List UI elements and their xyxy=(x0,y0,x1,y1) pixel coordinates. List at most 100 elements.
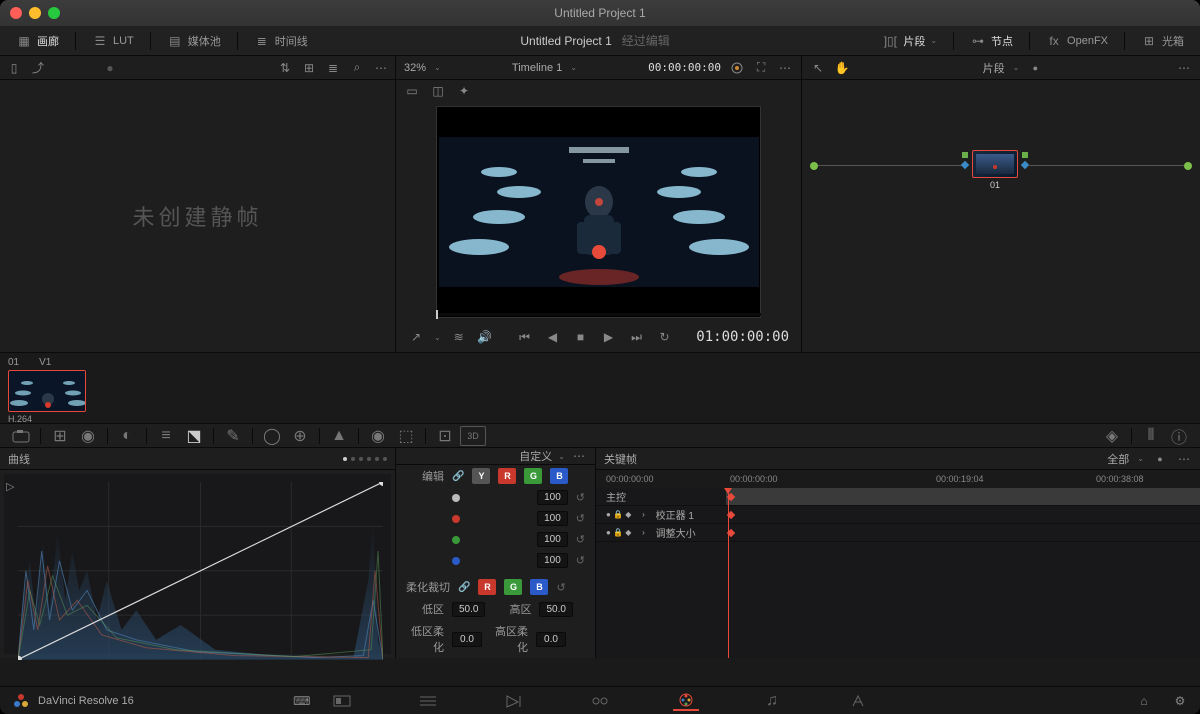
reset-b[interactable]: ↺ xyxy=(576,554,585,567)
view-single-icon[interactable]: ▭ xyxy=(404,83,420,99)
palette-blur[interactable]: ◉ xyxy=(365,426,391,446)
reset-r[interactable]: ↺ xyxy=(576,512,585,525)
stop-icon[interactable]: ■ xyxy=(573,329,589,345)
viewer-more-icon[interactable]: ⋯ xyxy=(777,60,793,76)
palette-magic-mask[interactable]: ▲ xyxy=(326,426,352,446)
high-val[interactable]: 50.0 xyxy=(539,602,572,617)
grid-icon[interactable]: ⊞ xyxy=(301,60,317,76)
clip-01[interactable]: 01V1 H.264 xyxy=(8,357,86,424)
minimize-window[interactable] xyxy=(29,7,41,19)
channel-g[interactable]: G xyxy=(524,468,542,484)
sc-b[interactable]: B xyxy=(530,579,548,595)
val-b[interactable]: 100 xyxy=(537,553,568,568)
sort-icon[interactable]: ⇅ xyxy=(277,60,293,76)
node-mode[interactable]: 片段 xyxy=(983,60,1005,76)
prev-clip-icon[interactable]: ⏮ xyxy=(517,329,533,345)
record-icon[interactable]: ● xyxy=(102,60,118,76)
clip-thumbnail[interactable] xyxy=(8,370,86,412)
tab-gallery[interactable]: ▦画廊 xyxy=(8,30,67,52)
palette-tracker[interactable]: ⊕ xyxy=(287,426,313,446)
kf-playhead[interactable] xyxy=(728,488,729,658)
node-01[interactable] xyxy=(972,150,1018,178)
scrubber-thumb[interactable] xyxy=(436,310,438,319)
page-media[interactable] xyxy=(329,691,355,711)
more-icon[interactable]: ⋯ xyxy=(373,60,389,76)
page-fairlight[interactable]: ♫ xyxy=(759,691,785,711)
palette-window[interactable]: ◯ xyxy=(259,426,285,446)
palette-rgb-mixer[interactable]: ≡ xyxy=(153,426,179,446)
hand-tool-icon[interactable]: ✋ xyxy=(834,60,850,76)
nodes-more-icon[interactable]: ⋯ xyxy=(1176,60,1192,76)
curve-marker-icon[interactable]: ▷ xyxy=(6,480,14,493)
picker-icon[interactable]: ↗ xyxy=(408,329,424,345)
audio-icon[interactable]: 🔊 xyxy=(477,329,493,345)
node-graph[interactable]: 01 xyxy=(802,80,1200,352)
node-output-port[interactable] xyxy=(1022,152,1028,158)
val-g[interactable]: 100 xyxy=(537,532,568,547)
sc-r[interactable]: R xyxy=(478,579,496,595)
palette-wheels[interactable]: ◉ xyxy=(75,426,101,446)
val-r[interactable]: 100 xyxy=(537,511,568,526)
sidebar-toggle-icon[interactable]: ▯ xyxy=(6,60,22,76)
kf-rec-icon[interactable]: ● xyxy=(1152,451,1168,467)
reset-y[interactable]: ↺ xyxy=(576,491,585,504)
tab-media-pool[interactable]: ▤媒体池 xyxy=(159,30,229,52)
page-edit[interactable] xyxy=(501,691,527,711)
val-y[interactable]: 100 xyxy=(537,490,568,505)
curve-mode-label[interactable]: 自定义 xyxy=(519,448,552,464)
kf-row-master[interactable]: 主控 xyxy=(596,488,1200,506)
hs-val[interactable]: 0.0 xyxy=(536,632,566,647)
next-clip-icon[interactable]: ⏭ xyxy=(629,329,645,345)
view-split-icon[interactable]: ◫ xyxy=(430,83,446,99)
color-wheel-icon[interactable] xyxy=(729,60,745,76)
kf-ruler[interactable]: 00:00:00:00 00:00:00:00 00:00:19:04 00:0… xyxy=(596,470,1200,488)
graph-input[interactable] xyxy=(810,162,818,170)
viewer-scrubber[interactable] xyxy=(436,313,761,316)
channel-b[interactable]: B xyxy=(550,468,568,484)
reset-softclip[interactable]: ↺ xyxy=(556,581,565,594)
play-reverse-icon[interactable]: ◀ xyxy=(545,329,561,345)
arrow-tool-icon[interactable]: ↖ xyxy=(810,60,826,76)
tab-lightbox[interactable]: ⊞光箱 xyxy=(1133,30,1192,52)
node-input-port[interactable] xyxy=(962,152,968,158)
palette-scopes-icon[interactable]: ⫴ xyxy=(1138,426,1164,446)
timeline-name[interactable]: Timeline 1 xyxy=(512,62,562,74)
page-cut[interactable] xyxy=(415,691,441,711)
softclip-link-icon[interactable]: 🔗 xyxy=(458,582,470,593)
palette-hdr[interactable]: ◐ xyxy=(114,426,140,446)
kf-row-sizing[interactable]: ● 🔒 ◆ › 调整大小 xyxy=(596,524,1200,542)
page-deliver[interactable] xyxy=(845,691,871,711)
curves-canvas[interactable]: ▷ xyxy=(4,474,391,654)
header-timecode[interactable]: 00:00:00:00 xyxy=(648,61,721,74)
tab-timeline[interactable]: ≣时间线 xyxy=(246,30,316,52)
link-icon[interactable]: 🔗 xyxy=(452,471,464,482)
export-icon[interactable]: ⤴ xyxy=(30,60,46,76)
zoom-level[interactable]: 32% xyxy=(404,62,426,74)
reset-g[interactable]: ↺ xyxy=(576,533,585,546)
kf-row-corrector[interactable]: ● 🔒 ◆ › 校正器 1 xyxy=(596,506,1200,524)
palette-qualifier[interactable]: ✎ xyxy=(220,426,246,446)
graph-output[interactable] xyxy=(1184,162,1192,170)
loop-icon[interactable]: ↻ xyxy=(657,329,673,345)
ls-val[interactable]: 0.0 xyxy=(452,632,482,647)
viewer-canvas[interactable] xyxy=(436,106,761,318)
palette-color-match[interactable]: ⊞ xyxy=(47,426,73,446)
sc-g[interactable]: G xyxy=(504,579,522,595)
tab-clips[interactable]: ]▯[片段⌄ xyxy=(874,30,945,52)
tab-openfx[interactable]: fxOpenFX xyxy=(1038,30,1116,52)
palette-key[interactable]: ⬚ xyxy=(393,426,419,446)
palette-curves[interactable]: ⬔ xyxy=(181,426,207,446)
kf-filter[interactable]: 全部 xyxy=(1107,451,1129,467)
palette-camera-raw[interactable] xyxy=(8,426,34,446)
page-color[interactable] xyxy=(673,691,699,711)
curve-mode-more[interactable]: ⋯ xyxy=(571,448,587,464)
record-dot-icon[interactable]: ● xyxy=(1027,60,1043,76)
zoom-window[interactable] xyxy=(48,7,60,19)
search-icon[interactable]: ⌕ xyxy=(349,60,365,76)
curve-mode-dots[interactable] xyxy=(343,457,387,461)
node-input-port-2[interactable] xyxy=(961,161,969,169)
palette-keyframes-icon[interactable]: ◈ xyxy=(1099,426,1125,446)
page-fusion[interactable] xyxy=(587,691,613,711)
close-window[interactable] xyxy=(10,7,22,19)
tab-nodes[interactable]: ⊶节点 xyxy=(962,30,1021,52)
